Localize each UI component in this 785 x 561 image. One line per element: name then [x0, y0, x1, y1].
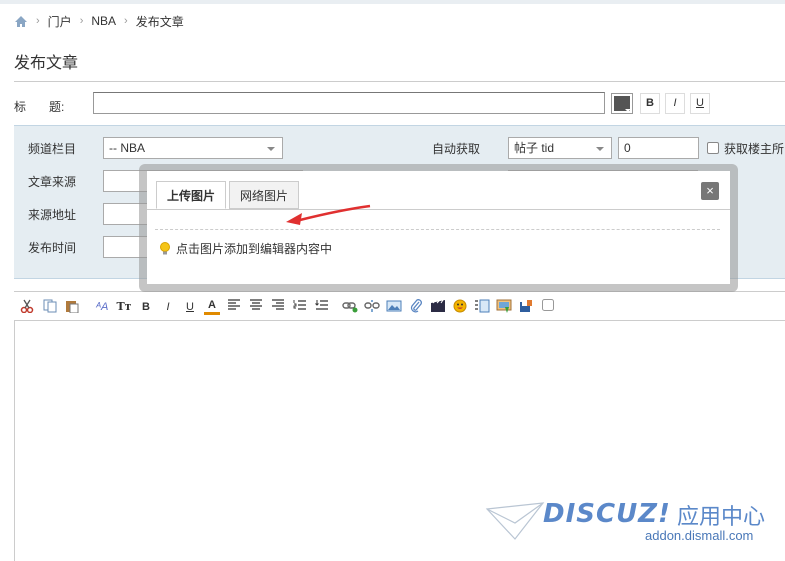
page-title: 发布文章: [14, 55, 79, 72]
publish-time-label: 发布时间: [28, 241, 77, 255]
align-center-icon[interactable]: [248, 299, 264, 315]
home-icon[interactable]: [14, 15, 28, 28]
fetch-type-select[interactable]: 帖子 tid: [508, 137, 612, 159]
save-icon[interactable]: [518, 299, 534, 315]
title-row: 标题: B I U: [14, 92, 785, 116]
font-size-icon[interactable]: Tт: [116, 299, 132, 315]
breadcrumb-separator-icon: ›: [36, 15, 40, 27]
watermark-logo: DISCUZ!: [543, 499, 671, 529]
paper-plane-icon: [485, 502, 545, 540]
image-icon[interactable]: [386, 299, 402, 315]
watermark-url: addon.dismall.com: [645, 528, 754, 543]
tab-divider: [147, 209, 730, 210]
close-icon[interactable]: ×: [701, 182, 719, 200]
video-icon[interactable]: [430, 299, 446, 315]
attachment-icon[interactable]: [408, 299, 424, 315]
tab-upload-image[interactable]: 上传图片: [156, 181, 227, 209]
title-color-picker[interactable]: [611, 93, 633, 114]
top-strip: [0, 0, 785, 4]
channel-label: 频道栏目: [28, 142, 77, 156]
bold-button[interactable]: B: [138, 299, 154, 315]
watermark: DISCUZ! 应用中心 addon.dismall.com: [485, 495, 785, 561]
channel-select[interactable]: -- NBA: [103, 137, 283, 159]
fetch-owner-checkbox[interactable]: [707, 142, 719, 154]
gallery-icon[interactable]: [496, 299, 512, 315]
breadcrumb-separator-icon: ›: [79, 15, 84, 27]
chevron-down-icon: [267, 147, 275, 151]
emoji-icon[interactable]: [452, 299, 468, 315]
dialog-tip-text: 点击图片添加到编辑器内容中: [176, 242, 333, 256]
title-italic-button[interactable]: I: [665, 93, 685, 114]
align-right-icon[interactable]: [270, 299, 286, 315]
underline-button[interactable]: U: [182, 299, 198, 315]
insert-row-icon[interactable]: [474, 299, 490, 315]
more-checkbox-icon[interactable]: [540, 299, 556, 315]
unordered-list-icon[interactable]: [314, 299, 330, 315]
breadcrumb-item-nba[interactable]: NBA: [91, 14, 116, 28]
annotation-arrow-icon: [286, 204, 371, 225]
unlink-icon[interactable]: [364, 299, 380, 315]
ordered-list-icon[interactable]: [292, 299, 308, 315]
auto-fetch-label: 自动获取: [432, 142, 481, 156]
breadcrumb: › 门户 › NBA › 发布文章: [14, 13, 184, 29]
source-url-label: 来源地址: [28, 208, 77, 222]
breadcrumb-item-current: 发布文章: [135, 14, 184, 29]
font-family-icon[interactable]: ᴬA: [94, 299, 110, 315]
watermark-app-center: 应用中心: [677, 504, 766, 529]
title-underline-button[interactable]: U: [690, 93, 710, 114]
fetch-owner-label: 获取楼主所: [724, 142, 785, 156]
link-icon[interactable]: [342, 299, 358, 315]
chevron-down-icon: [596, 147, 604, 151]
lightbulb-icon: [159, 241, 171, 256]
breadcrumb-separator-icon: ›: [124, 15, 128, 27]
title-label: 标题:: [14, 100, 65, 114]
paste-icon[interactable]: [64, 299, 80, 315]
image-dialog: 上传图片 网络图片 × 点击图片添加到编辑器内容中: [147, 171, 730, 284]
align-left-icon[interactable]: [226, 299, 242, 315]
copy-icon[interactable]: [42, 299, 58, 315]
fetch-id-input[interactable]: 0: [618, 137, 699, 159]
source-label: 文章来源: [28, 175, 77, 189]
divider: [14, 81, 785, 82]
title-bold-button[interactable]: B: [640, 93, 660, 114]
editor-toolbar: ᴬA Tт B I U A: [14, 291, 785, 321]
cut-icon[interactable]: [19, 299, 35, 315]
divider: [155, 229, 720, 230]
dialog-tip: 点击图片添加到编辑器内容中: [159, 240, 332, 257]
breadcrumb-item-portal[interactable]: 门户: [48, 13, 72, 30]
font-color-button[interactable]: A: [204, 299, 220, 315]
italic-button[interactable]: I: [160, 299, 176, 315]
title-input[interactable]: [93, 92, 605, 114]
